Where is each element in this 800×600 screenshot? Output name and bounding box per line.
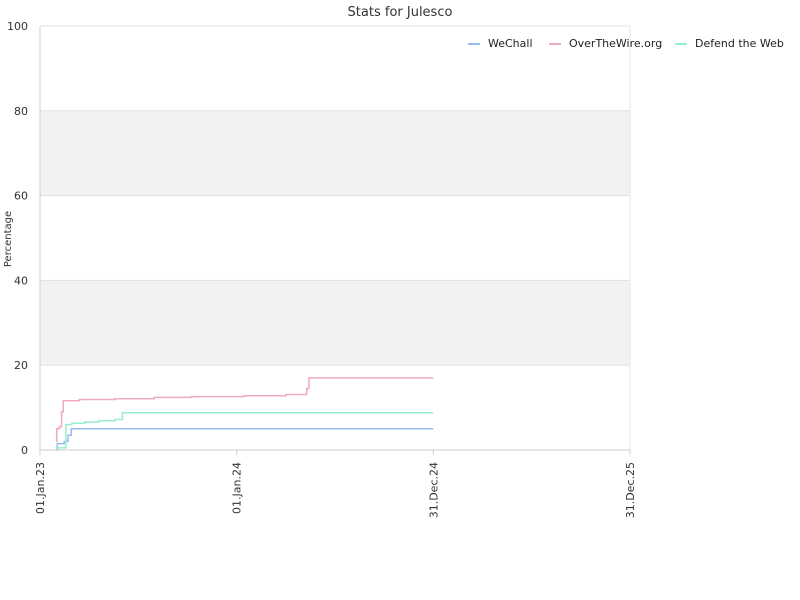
chart-title: Stats for Julesco bbox=[348, 5, 453, 20]
legend-label: Defend the Web bbox=[695, 37, 784, 50]
x-tick-label: 31.Dec.25 bbox=[624, 462, 637, 518]
y-tick-label: 40 bbox=[14, 274, 28, 287]
y-tick-label: 0 bbox=[21, 444, 28, 457]
y-tick-label: 60 bbox=[14, 190, 28, 203]
legend-label: WeChall bbox=[488, 37, 533, 50]
y-tick-label: 100 bbox=[7, 20, 28, 33]
legend-label: OverTheWire.org bbox=[569, 37, 662, 50]
y-tick-label: 20 bbox=[14, 359, 28, 372]
legend[interactable]: WeChall OverTheWire.org Defend the Web bbox=[468, 37, 784, 50]
x-tick-label: 01.Jan.23 bbox=[34, 462, 47, 514]
grid-band bbox=[40, 26, 630, 111]
legend-item[interactable]: Defend the Web bbox=[675, 37, 784, 50]
grid-bands bbox=[40, 26, 630, 450]
x-tick-label: 31.Dec.24 bbox=[427, 462, 440, 518]
x-tick-label: 01.Jan.24 bbox=[231, 462, 244, 514]
y-axis-label: Percentage bbox=[3, 211, 14, 267]
y-tick-label: 80 bbox=[14, 105, 28, 118]
grid-band bbox=[40, 110, 630, 196]
grid-band bbox=[40, 195, 630, 281]
x-tick-labels: 01.Jan.23 01.Jan.24 31.Dec.24 31.Dec.25 bbox=[34, 450, 637, 518]
chart: 0 20 40 60 80 100 01.Jan.23 01.Jan.24 31.Dec.24… bbox=[3, 5, 784, 518]
grid-band bbox=[40, 280, 630, 366]
